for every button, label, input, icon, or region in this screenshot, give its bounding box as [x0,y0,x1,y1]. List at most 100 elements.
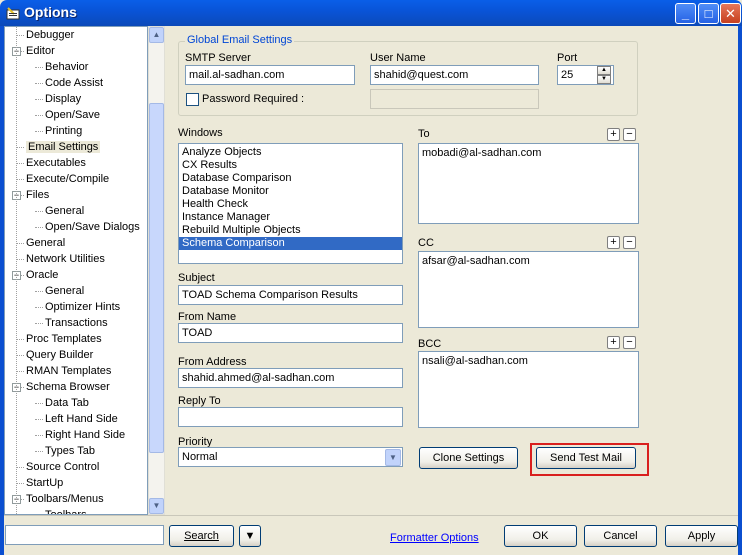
windows-list-item[interactable]: CX Results [179,159,402,172]
windows-list-item[interactable]: Database Monitor [179,185,402,198]
windows-list-item[interactable]: Schema Comparison [179,237,402,250]
tree-item-label: Behavior [45,61,89,73]
tree-item[interactable]: General [45,283,84,299]
scroll-thumb[interactable] [149,103,164,453]
tree-connector [35,291,43,292]
tree-item[interactable]: Executables [26,155,86,171]
from-address-input[interactable]: shahid.ahmed@al-sadhan.com [178,368,403,388]
tree-item-label: Network Utilities [26,253,105,265]
bcc-add-button[interactable]: + [607,336,620,349]
bcc-remove-button[interactable]: − [623,336,636,349]
formatter-options-link[interactable]: Formatter Options [390,532,479,544]
cc-label: CC [418,237,434,249]
scroll-down-icon[interactable]: ▼ [149,498,164,514]
spin-down-icon[interactable]: ▼ [597,75,611,84]
tree-item[interactable]: Open/Save Dialogs [45,219,140,235]
tree-item[interactable]: Oracle [26,267,58,283]
search-button[interactable]: Search [169,525,234,547]
scroll-up-icon[interactable]: ▲ [149,27,164,43]
tree-item-label: Proc Templates [26,333,102,345]
tree-scrollbar[interactable]: ▲ ▼ [148,26,165,515]
tree-item[interactable]: Code Assist [45,75,103,91]
cc-add-button[interactable]: + [607,236,620,249]
tree-item[interactable]: RMAN Templates [26,363,111,379]
send-test-mail-button[interactable]: Send Test Mail [536,447,636,469]
tree-item[interactable]: General [45,203,84,219]
ok-button[interactable]: OK [504,525,577,547]
tree-item[interactable]: Toolbars [45,507,87,514]
tree-item[interactable]: Types Tab [45,443,95,459]
tree-item-label: Email Settings [26,141,101,153]
password-required-checkbox[interactable] [186,93,199,106]
to-add-button[interactable]: + [607,128,620,141]
smtp-server-input[interactable]: mail.al-sadhan.com [185,65,355,85]
password-input [370,89,539,109]
tree-connector [35,307,43,308]
cc-remove-button[interactable]: − [623,236,636,249]
tree-item-label: Execute/Compile [26,173,110,185]
from-name-input[interactable]: TOAD [178,323,403,343]
tree-item[interactable]: Debugger [26,27,74,43]
windows-list-item[interactable]: Rebuild Multiple Objects [179,224,402,237]
email-settings-panel: Global Email Settings SMTP Server mail.a… [166,26,738,515]
close-button[interactable]: ✕ [720,3,741,24]
windows-list-item[interactable]: Health Check [179,198,402,211]
tree-item[interactable]: Editor [26,43,55,59]
tree-item[interactable]: Toolbars/Menus [26,491,104,507]
windows-list-item[interactable]: Analyze Objects [179,146,402,159]
port-spinner[interactable]: ▲ ▼ [597,66,611,84]
tree-item[interactable]: Execute/Compile [26,171,109,187]
bottom-bar: Search ▼ Formatter Options OK Cancel App… [4,515,738,555]
tree-item[interactable]: Files [26,187,49,203]
spin-up-icon[interactable]: ▲ [597,66,611,75]
tree-item[interactable]: Data Tab [45,395,89,411]
user-name-input[interactable]: shahid@quest.com [370,65,539,85]
cc-recipient[interactable]: afsar@al-sadhan.com [419,255,638,268]
minimize-button[interactable]: _ [675,3,696,24]
windows-list-item[interactable]: Database Comparison [179,172,402,185]
tree-item[interactable]: General [26,235,65,251]
cancel-button[interactable]: Cancel [584,525,657,547]
options-tree[interactable]: Debugger Editor − Behavior Code Assist Displa… [4,26,148,515]
bcc-recipient[interactable]: nsali@al-sadhan.com [419,355,638,368]
windows-listbox[interactable]: Analyze Objects CX Results Database Compar… [178,143,403,264]
to-remove-button[interactable]: − [623,128,636,141]
tree-connector [35,83,43,84]
bcc-listbox[interactable]: nsali@al-sadhan.com [418,351,639,428]
tree-item[interactable]: Transactions [45,315,108,331]
tree-item[interactable]: Proc Templates [26,331,102,347]
tree-item[interactable]: Network Utilities [26,251,105,267]
tree-connector [35,435,43,436]
tree-item-label: Optimizer Hints [45,301,121,313]
search-input[interactable] [5,525,164,545]
reply-to-input[interactable] [178,407,403,427]
to-listbox[interactable]: mobadi@al-sadhan.com [418,143,639,224]
tree-item[interactable]: Behavior [45,59,88,75]
clone-settings-button[interactable]: Clone Settings [419,447,518,469]
tree-item[interactable]: Email Settings [26,139,101,155]
search-options-dropdown[interactable]: ▼ [239,525,261,547]
options-app-icon [6,7,20,20]
tree-connector [35,403,43,404]
cc-listbox[interactable]: afsar@al-sadhan.com [418,251,639,328]
tree-item[interactable]: Query Builder [26,347,93,363]
maximize-button[interactable]: □ [698,3,719,24]
windows-list-item[interactable]: Instance Manager [179,211,402,224]
tree-item[interactable]: Right Hand Side [45,427,125,443]
tree-item[interactable]: StartUp [26,475,63,491]
tree-item[interactable]: Left Hand Side [45,411,118,427]
tree-item[interactable]: Printing [45,123,82,139]
tree-item[interactable]: Display [45,91,81,107]
chevron-down-icon[interactable]: ▼ [385,449,401,466]
tree-item[interactable]: Source Control [26,459,99,475]
priority-value: Normal [182,451,218,463]
tree-item[interactable]: Open/Save [45,107,100,123]
tree-item[interactable]: Optimizer Hints [45,299,120,315]
subject-input[interactable]: TOAD Schema Comparison Results [178,285,403,305]
to-recipient[interactable]: mobadi@al-sadhan.com [419,147,638,160]
priority-select[interactable]: Normal ▼ [178,447,403,467]
tree-item-label: General [45,285,85,297]
tree-item[interactable]: Schema Browser [26,379,110,395]
tree-item-label: Open/Save Dialogs [45,221,140,233]
apply-button[interactable]: Apply [665,525,738,547]
